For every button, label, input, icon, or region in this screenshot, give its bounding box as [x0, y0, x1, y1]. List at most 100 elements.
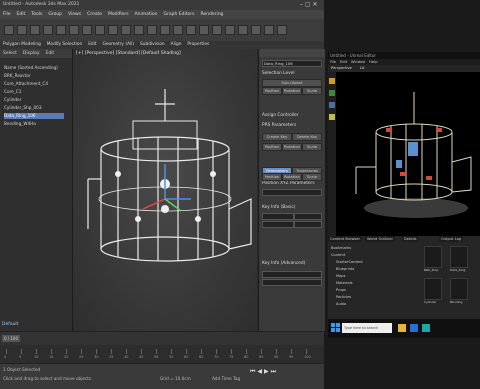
ribbon-tab[interactable]: Modify Selection: [44, 41, 85, 48]
asset-thumbnail[interactable]: [450, 278, 468, 300]
command-panel-tabs[interactable]: [259, 49, 325, 57]
perspective-viewport[interactable]: [+] [Perspective] [Standard] [Default Sh…: [73, 49, 257, 331]
time-slider[interactable]: 0 / 100: [0, 331, 324, 346]
folder-item[interactable]: Audio: [336, 302, 346, 306]
menu-animation[interactable]: Animation: [132, 10, 161, 17]
redo-icon[interactable]: [17, 25, 27, 35]
move-icon[interactable]: [121, 25, 131, 35]
layer-default[interactable]: Default: [2, 322, 18, 327]
layer-icon[interactable]: [238, 25, 248, 35]
menu-views[interactable]: Views: [65, 10, 84, 17]
folder-item[interactable]: Particles: [336, 295, 351, 299]
ue-perspective-label[interactable]: Perspective: [331, 66, 352, 70]
menu-graph-editors[interactable]: Graph Editors: [161, 10, 198, 17]
snap-icon[interactable]: [173, 25, 183, 35]
asset-thumbnail[interactable]: [450, 246, 468, 268]
ribbon-tab[interactable]: Geometry (All): [100, 41, 137, 48]
tree-item[interactable]: Data_Ring_106: [4, 113, 64, 119]
folder-item[interactable]: StarterContent: [336, 260, 363, 264]
render-icon[interactable]: [277, 25, 287, 35]
rollout-header[interactable]: PRS Parameters: [262, 123, 296, 128]
mode-landscape-icon[interactable]: [329, 102, 335, 108]
cmd-button[interactable]: Position: [262, 87, 282, 95]
material-icon[interactable]: [251, 25, 261, 35]
cmd-button[interactable]: Sub-Object: [262, 79, 322, 87]
link-icon[interactable]: [30, 25, 40, 35]
rollout-header[interactable]: Assign Controller: [262, 113, 299, 118]
window-icon[interactable]: [108, 25, 118, 35]
spinner-field[interactable]: [262, 221, 294, 228]
align-icon[interactable]: [225, 25, 235, 35]
play-icon[interactable]: ⏮◀▶⏭: [250, 368, 278, 375]
scene-tab[interactable]: Select: [0, 49, 20, 58]
file-explorer-icon[interactable]: [398, 324, 406, 332]
folder-item[interactable]: Maps: [336, 274, 345, 278]
tree-item[interactable]: Cylinder: [4, 97, 64, 103]
content-tab[interactable]: Details: [402, 236, 419, 242]
asset-thumbnail[interactable]: [424, 278, 442, 300]
menu-tools[interactable]: Tools: [28, 10, 45, 17]
pivot-icon[interactable]: [160, 25, 170, 35]
content-tab[interactable]: World Outliner: [365, 236, 395, 242]
ribbon-tab[interactable]: Align: [168, 41, 185, 48]
taskbar-search-input[interactable]: Type here to search: [342, 323, 392, 333]
frame-counter[interactable]: 0 / 100: [2, 335, 20, 342]
rotate-icon[interactable]: [134, 25, 144, 35]
tree-item[interactable]: Core_Attachment_C4: [4, 81, 64, 87]
mirror-icon[interactable]: [212, 25, 222, 35]
tree-item[interactable]: Name (Sorted Ascending): [4, 65, 66, 71]
cmd-toggle-button[interactable]: Scale: [302, 173, 322, 181]
windows-logo-icon[interactable]: [331, 323, 340, 332]
select-name-icon[interactable]: [82, 25, 92, 35]
folder-item[interactable]: Props: [336, 288, 346, 292]
scene-tab[interactable]: Display: [20, 49, 43, 58]
tree-item[interactable]: Cylinder_Shp_003: [4, 105, 64, 111]
rollout-header[interactable]: Selection Level: [262, 71, 295, 76]
menu-edit[interactable]: Edit: [14, 10, 29, 17]
cmd-toggle-button[interactable]: Position: [262, 173, 282, 181]
spinner-field[interactable]: [262, 189, 322, 196]
asset-thumbnail[interactable]: [424, 246, 442, 268]
playback-controls[interactable]: ⏮◀▶⏭: [250, 368, 320, 376]
spinner-field[interactable]: [262, 271, 322, 278]
content-tab[interactable]: Content Browser: [328, 236, 362, 242]
ribbon-tab[interactable]: Edit: [85, 41, 99, 48]
add-time-tag[interactable]: Add Time Tag: [212, 376, 240, 381]
rollout-header[interactable]: Key Info (Basic): [262, 205, 295, 210]
select-icon[interactable]: [69, 25, 79, 35]
spinner-field[interactable]: [262, 279, 322, 286]
object-name-field[interactable]: Data_Ring_106: [262, 60, 322, 67]
cmd-button[interactable]: Scale: [302, 87, 322, 95]
cmd-button[interactable]: Position: [262, 143, 282, 151]
max-taskbar-icon[interactable]: [422, 324, 430, 332]
tree-item[interactable]: BRK_Reactor: [4, 73, 64, 79]
folder-item[interactable]: Materials: [336, 281, 352, 285]
undo-icon[interactable]: [4, 25, 14, 35]
spinner-field[interactable]: [294, 221, 322, 228]
menu-rendering[interactable]: Rendering: [197, 10, 226, 17]
region-icon[interactable]: [95, 25, 105, 35]
ue-viewport[interactable]: [336, 72, 480, 236]
folder-item[interactable]: Content: [331, 253, 345, 257]
unreal-taskbar-icon[interactable]: [410, 324, 418, 332]
ribbon-tab[interactable]: Polygon Modeling: [0, 41, 44, 48]
tree-item[interactable]: Bending_W4Ha: [4, 121, 64, 127]
cmd-toggle-button[interactable]: Rotation: [282, 173, 302, 181]
spinner-field[interactable]: [262, 213, 294, 220]
ue-lit-label[interactable]: Lit: [360, 66, 364, 70]
content-tab[interactable]: Output Log: [439, 236, 464, 242]
cmd-button[interactable]: Create Key: [262, 133, 292, 141]
rollout-header[interactable]: Position XYZ Parameters: [262, 181, 315, 186]
folder-item[interactable]: Blueprints: [336, 267, 354, 271]
scene-tab[interactable]: Edit: [42, 49, 57, 58]
menu-file[interactable]: File: [0, 10, 14, 17]
menu-create[interactable]: Create: [84, 10, 105, 17]
menu-modifiers[interactable]: Modifiers: [105, 10, 132, 17]
bind-icon[interactable]: [56, 25, 66, 35]
mode-place-icon[interactable]: [329, 78, 335, 84]
ribbon-tab[interactable]: Subdivision: [137, 41, 168, 48]
percent-snap-icon[interactable]: [199, 25, 209, 35]
tree-item[interactable]: Core_C1: [4, 89, 64, 95]
cmd-button[interactable]: Scale: [302, 143, 322, 151]
ribbon-tab[interactable]: Properties: [184, 41, 212, 48]
